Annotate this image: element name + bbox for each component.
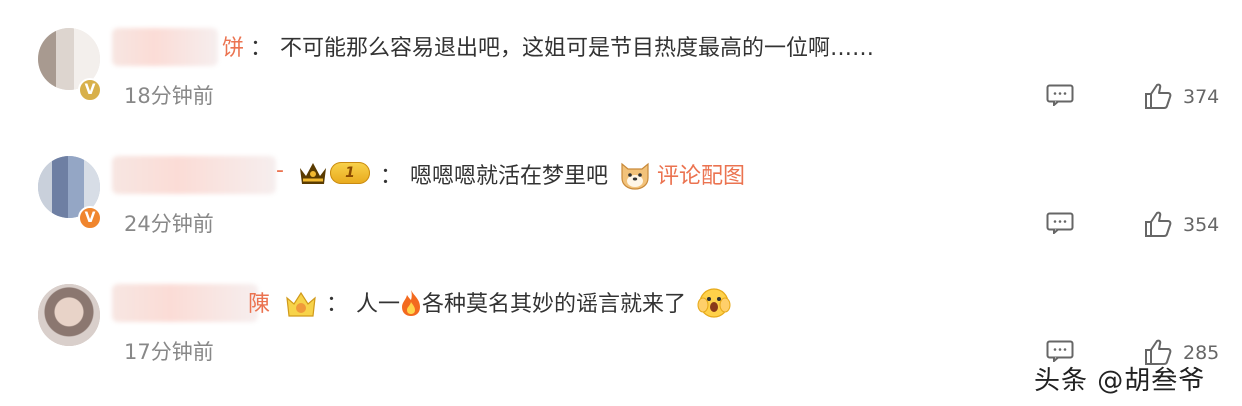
comment-item-2: V - 1 ： 嗯嗯嗯就活在梦里吧 评论配图 24分钟前 354 — [0, 128, 1242, 254]
username[interactable] — [112, 156, 276, 194]
verified-badge-icon: V — [78, 78, 102, 102]
timestamp: 17分钟前 — [124, 340, 214, 364]
thumbs-up-icon[interactable] — [1144, 210, 1172, 238]
colon: ： — [250, 36, 273, 61]
watermark: 头条 @胡叁爷 — [1034, 366, 1206, 396]
timestamp: 18分钟前 — [124, 84, 214, 108]
comment-item-1: V 饼 ： 不可能那么容易退出吧，这姐可是节目热度最高的一位啊…… 18分钟前 3… — [0, 0, 1242, 126]
comment-bubble-icon[interactable] — [1046, 84, 1074, 106]
comment-bubble-icon[interactable] — [1046, 212, 1074, 234]
username-suffix[interactable]: - — [276, 158, 284, 183]
comment-body-part2: 各种莫名其妙的谣言就来了 — [422, 292, 687, 317]
username[interactable] — [112, 284, 258, 322]
comment-text: ： 嗯嗯嗯就活在梦里吧 评论配图 — [380, 158, 745, 192]
comment-body: 嗯嗯嗯就活在梦里吧 — [410, 164, 609, 189]
fire-emoji-icon — [402, 290, 421, 316]
comment-body-part1: 人一 — [356, 292, 401, 317]
comment-bubble-icon[interactable] — [1046, 340, 1074, 362]
like-count: 354 — [1183, 214, 1220, 236]
colon: ： — [326, 292, 349, 317]
username-suffix[interactable]: 饼 — [222, 30, 244, 62]
crown-icon — [300, 163, 326, 184]
username[interactable] — [112, 28, 218, 66]
hands-face-emoji-icon — [697, 288, 731, 318]
comment-text: ： 不可能那么容易退出吧，这姐可是节目热度最高的一位啊…… — [250, 30, 874, 62]
verified-badge-icon: V — [78, 206, 102, 230]
fan-badge-icon — [286, 291, 316, 317]
avatar[interactable] — [38, 284, 100, 346]
like-count: 374 — [1183, 86, 1220, 108]
timestamp: 24分钟前 — [124, 212, 214, 236]
comment-text: ： 人一 各种莫名其妙的谣言就来了 — [326, 286, 731, 321]
comment-body: 不可能那么容易退出吧，这姐可是节目热度最高的一位啊…… — [280, 36, 875, 61]
thumbs-up-icon[interactable] — [1144, 82, 1172, 110]
colon: ： — [380, 164, 403, 189]
doge-emoji-icon — [621, 162, 649, 190]
username-suffix[interactable]: 陳 — [248, 286, 270, 318]
level-badge: 1 — [330, 162, 370, 184]
image-comment-link[interactable]: 评论配图 — [657, 164, 745, 189]
